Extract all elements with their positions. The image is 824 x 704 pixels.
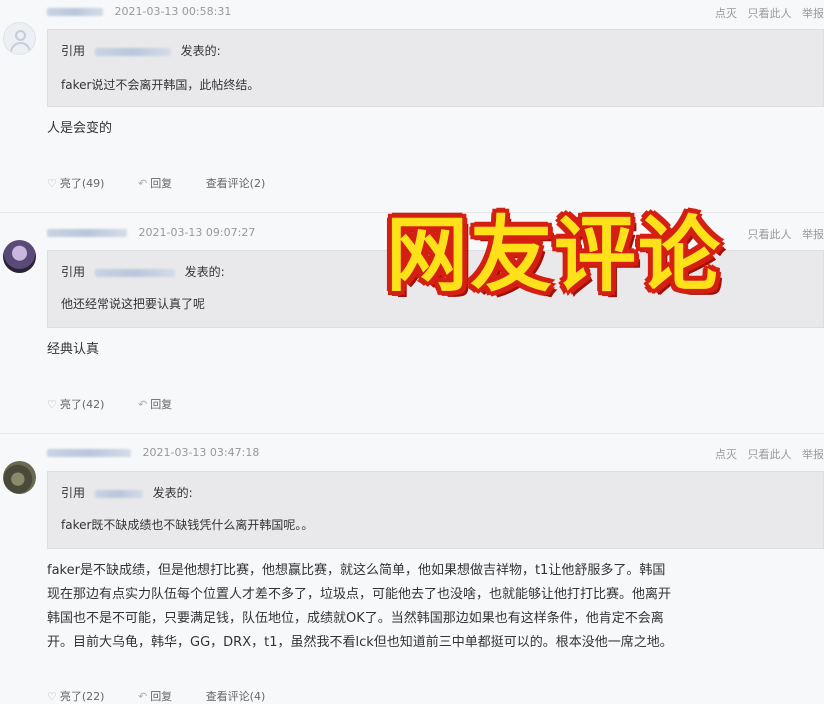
username-blurred[interactable] xyxy=(47,229,127,237)
post-actions: 点灭 只看此人 举报 xyxy=(708,446,824,462)
reply-icon: ↶ xyxy=(137,177,148,190)
quote-suffix: 发表的: xyxy=(184,265,225,279)
quote-prefix: 引用 xyxy=(61,486,86,500)
quote-suffix: 发表的: xyxy=(152,486,193,500)
dislike-link[interactable]: 点灭 xyxy=(715,448,737,461)
reply-label: 回复 xyxy=(150,398,173,411)
view-comments-link[interactable]: 查看评论(2) xyxy=(206,175,266,191)
post-body-line: faker是不缺成绩，但是他想打比赛，他想赢比赛，就这么简单，他如果想做吉祥物，… xyxy=(47,563,666,578)
post-body-line: 韩国也不是不可能，只要满足钱，队伍地位，成绩就OK了。当然韩国那边如果也有这样条… xyxy=(47,611,664,626)
post-footer: ♡ 亮了(42) ↶ 回复 xyxy=(47,396,202,412)
lightbulb-icon: ♡ xyxy=(47,690,57,703)
post-body-line: 人是会变的 xyxy=(47,121,113,136)
post-footer: ♡ 亮了(49) ↶ 回复 查看评论(2) xyxy=(47,175,295,191)
report-link[interactable]: 举报 xyxy=(802,228,824,241)
post-meta: 2021-03-13 03:47:18 xyxy=(47,446,259,459)
quoted-username-blurred[interactable] xyxy=(94,47,171,56)
lightbulb-icon: ♡ xyxy=(47,398,57,411)
like-count: 亮了(49) xyxy=(59,177,105,190)
user-avatar[interactable] xyxy=(3,22,36,55)
like-button[interactable]: ♡ 亮了(49) xyxy=(47,175,104,191)
post-body: faker是不缺成绩，但是他想打比赛，他想赢比赛，就这么简单，他如果想做吉祥物，… xyxy=(47,559,673,655)
report-link[interactable]: 举报 xyxy=(802,448,824,461)
quote-prefix: 引用 xyxy=(61,44,86,58)
quote-text: faker说过不会离开韩国，此帖终结。 xyxy=(61,78,260,92)
reply-button[interactable]: ↶ 回复 xyxy=(138,688,172,704)
quoted-username-blurred[interactable] xyxy=(94,268,175,277)
reply-icon: ↶ xyxy=(137,398,148,411)
post-body-line: 现在那边有点实力队伍每个位置人才差不多了，垃圾点，可能他去了也没啥，也就能够让他… xyxy=(47,587,672,602)
user-avatar[interactable] xyxy=(3,461,36,494)
quote-text: faker既不缺成绩也不缺钱凭什么离开韩国呢。。 xyxy=(61,518,314,532)
reply-icon: ↶ xyxy=(137,690,148,703)
post-body: 人是会变的 xyxy=(47,117,112,141)
username-blurred[interactable] xyxy=(47,449,131,457)
user-avatar[interactable] xyxy=(3,240,36,273)
like-count: 亮了(22) xyxy=(59,690,105,703)
post-time: 2021-03-13 03:47:18 xyxy=(142,446,260,459)
reply-label: 回复 xyxy=(150,690,173,703)
quote-prefix: 引用 xyxy=(61,265,86,279)
post-time: 2021-03-13 09:07:27 xyxy=(138,226,256,239)
post-meta: 2021-03-13 09:07:27 xyxy=(47,226,255,239)
username-blurred[interactable] xyxy=(47,8,103,16)
quote-suffix: 发表的: xyxy=(180,44,221,58)
dislike-link[interactable]: 点灭 xyxy=(715,7,737,20)
post-actions: 点灭 只看此人 举报 xyxy=(708,5,824,21)
like-button[interactable]: ♡ 亮了(42) xyxy=(47,396,104,412)
reply-button[interactable]: ↶ 回复 xyxy=(138,396,172,412)
post-body: 经典认真 xyxy=(47,338,99,362)
quoted-username-blurred[interactable] xyxy=(94,489,143,498)
only-this-user-link[interactable]: 只看此人 xyxy=(748,448,792,461)
quote-block: 引用 发表的: faker说过不会离开韩国，此帖终结。 xyxy=(47,29,824,107)
overlay-title: 网友评论 xyxy=(386,208,723,303)
quote-block: 引用 发表的: faker既不缺成绩也不缺钱凭什么离开韩国呢。。 xyxy=(47,471,824,549)
lightbulb-icon: ♡ xyxy=(47,177,57,190)
post-footer: ♡ 亮了(22) ↶ 回复 查看评论(4) xyxy=(47,688,295,704)
only-this-user-link[interactable]: 只看此人 xyxy=(748,7,792,20)
reply-label: 回复 xyxy=(150,177,173,190)
view-comments-link[interactable]: 查看评论(4) xyxy=(206,688,266,704)
post-body-line: 开。目前大乌龟，韩华，GG，DRX，t1，虽然我不看lck但也知道前三中单都挺可… xyxy=(47,635,673,650)
divider xyxy=(0,433,824,434)
report-link[interactable]: 举报 xyxy=(802,7,824,20)
quote-text: 他还经常说这把要认真了呢 xyxy=(61,297,206,311)
like-count: 亮了(42) xyxy=(59,398,105,411)
only-this-user-link[interactable]: 只看此人 xyxy=(748,228,792,241)
post-time: 2021-03-13 00:58:31 xyxy=(114,5,232,18)
post-body-line: 经典认真 xyxy=(47,342,100,357)
like-button[interactable]: ♡ 亮了(22) xyxy=(47,688,104,704)
post-meta: 2021-03-13 00:58:31 xyxy=(47,5,231,18)
reply-button[interactable]: ↶ 回复 xyxy=(138,175,172,191)
post-actions: 只看此人 举报 xyxy=(741,226,824,242)
